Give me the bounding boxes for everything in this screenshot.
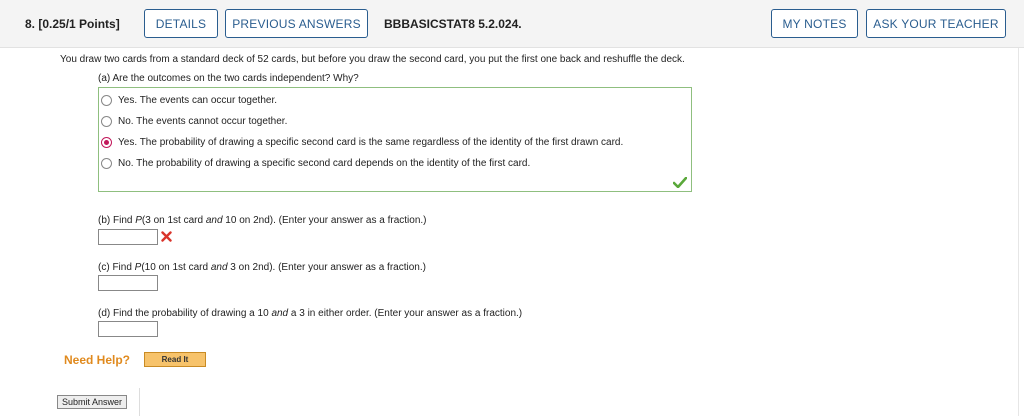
- previous-answers-button[interactable]: PREVIOUS ANSWERS: [225, 9, 368, 38]
- part-c-answer-input[interactable]: [98, 275, 158, 291]
- part-d-answer-input[interactable]: [98, 321, 158, 337]
- part-b-answer-input[interactable]: [98, 229, 158, 245]
- read-it-button[interactable]: Read It: [144, 352, 206, 367]
- question-id: BBBASICSTAT8 5.2.024.: [384, 17, 522, 31]
- choice-label: No. The probability of drawing a specifi…: [118, 157, 531, 169]
- radio-button[interactable]: [101, 115, 112, 127]
- choice-label: No. The events cannot occur together.: [118, 115, 288, 127]
- question-header: 8. [0.25/1 Points] DETAILS PREVIOUS ANSW…: [0, 0, 1024, 48]
- choice-option-2[interactable]: No. The events cannot occur together.: [101, 113, 287, 129]
- part-d-question: (d) Find the probability of drawing a 10…: [98, 308, 523, 319]
- part-c-question: (c) Find P(10 on 1st card and 3 on 2nd).…: [98, 262, 426, 273]
- correct-check-icon: [673, 177, 687, 188]
- choice-label: Yes. The probability of drawing a specif…: [118, 136, 624, 148]
- choice-option-4[interactable]: No. The probability of drawing a specifi…: [101, 155, 530, 171]
- radio-button[interactable]: [101, 157, 112, 169]
- my-notes-button[interactable]: MY NOTES: [771, 9, 858, 38]
- part-a-question: (a) Are the outcomes on the two cards in…: [98, 73, 359, 84]
- part-a-choices: Yes. The events can occur together. No. …: [98, 87, 692, 192]
- footer-bar: Submit Answer: [0, 388, 1024, 416]
- choice-label: Yes. The events can occur together.: [118, 94, 277, 106]
- radio-button-selected[interactable]: [101, 136, 112, 148]
- question-prompt: You draw two cards from a standard deck …: [60, 54, 685, 65]
- details-button[interactable]: DETAILS: [144, 9, 218, 38]
- radio-button[interactable]: [101, 94, 112, 106]
- need-help-label: Need Help?: [64, 353, 131, 367]
- incorrect-x-icon: [161, 231, 172, 242]
- submit-answer-button[interactable]: Submit Answer: [57, 395, 128, 409]
- part-b-question: (b) Find P(3 on 1st card and 10 on 2nd).…: [98, 215, 427, 226]
- choice-option-1[interactable]: Yes. The events can occur together.: [101, 92, 277, 108]
- ask-your-teacher-button[interactable]: ASK YOUR TEACHER: [866, 9, 1006, 38]
- choice-option-3[interactable]: Yes. The probability of drawing a specif…: [101, 134, 623, 150]
- question-number-points: 8. [0.25/1 Points]: [25, 17, 120, 31]
- right-divider: [1018, 48, 1019, 416]
